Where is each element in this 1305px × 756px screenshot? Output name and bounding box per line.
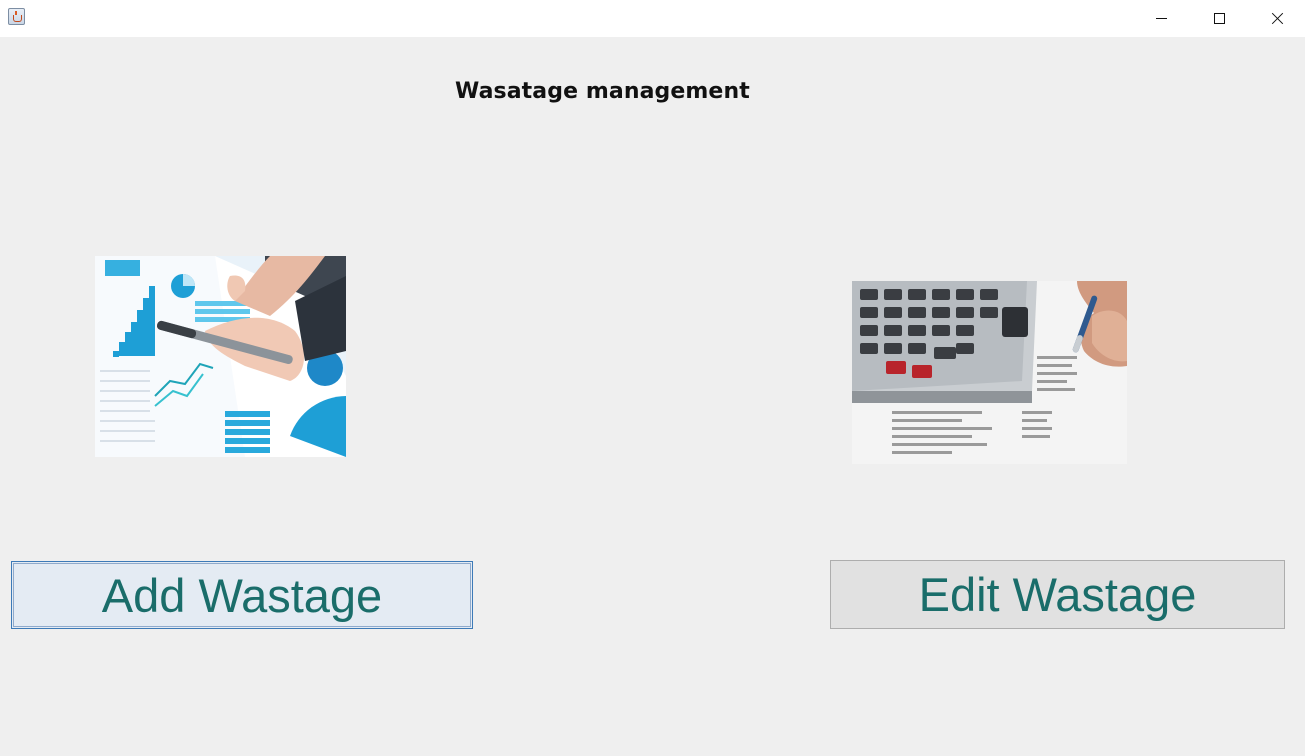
add-wastage-button[interactable]: Add Wastage: [11, 561, 473, 629]
java-cup-icon[interactable]: [8, 8, 25, 25]
minimize-button[interactable]: [1132, 0, 1190, 37]
charts-analysis-image: [95, 256, 346, 457]
maximize-icon: [1213, 13, 1225, 24]
maximize-button[interactable]: [1190, 0, 1248, 37]
page-title: Wasatage management: [455, 79, 750, 104]
title-bar: [0, 0, 1305, 37]
calculator-image: [852, 281, 1127, 464]
close-icon: [1271, 12, 1284, 25]
close-button[interactable]: [1248, 0, 1305, 37]
add-wastage-label: Add Wastage: [101, 568, 383, 622]
edit-wastage-label: Edit Wastage: [918, 568, 1197, 621]
edit-wastage-button[interactable]: Edit Wastage: [830, 560, 1285, 629]
minimize-icon: [1155, 18, 1167, 19]
